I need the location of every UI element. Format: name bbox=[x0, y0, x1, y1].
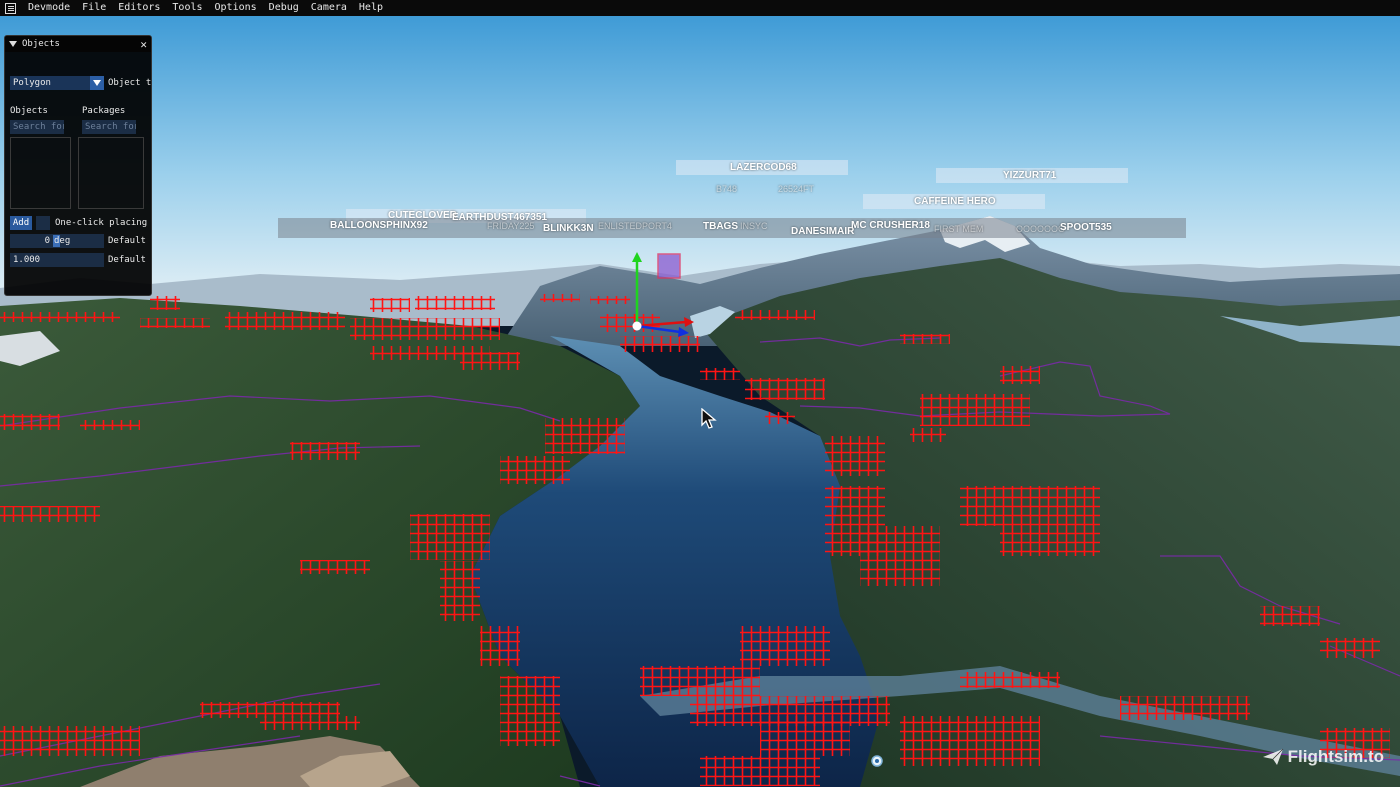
callsign-label: BALLOONSPHINX92 bbox=[330, 220, 428, 231]
packages-column-label: Packages bbox=[82, 106, 126, 116]
object-type-value: Polygon bbox=[13, 78, 51, 88]
packages-list[interactable] bbox=[78, 137, 144, 209]
watermark-text: Flightsim.to bbox=[1287, 747, 1384, 766]
gizmo-plane-handle[interactable] bbox=[657, 253, 681, 279]
rotation-value: 0 bbox=[44, 236, 50, 246]
collapse-triangle-icon[interactable] bbox=[9, 41, 17, 47]
menu-debug[interactable]: Debug bbox=[263, 0, 305, 16]
object-type-dropdown[interactable]: Polygon bbox=[10, 76, 104, 90]
watermark: Flightsim.to bbox=[1262, 747, 1384, 767]
callsign-label: FIRST MEM bbox=[934, 224, 984, 234]
callsign-label: BLINKK3N bbox=[543, 223, 594, 234]
callsign-label: OOOOOOO bbox=[1016, 224, 1066, 234]
menu-options[interactable]: Options bbox=[209, 0, 263, 16]
objects-column-label: Objects bbox=[10, 106, 48, 116]
menu-file[interactable]: File bbox=[76, 0, 112, 16]
rotation-unit: deg bbox=[54, 236, 71, 246]
paper-plane-icon bbox=[1262, 748, 1283, 765]
scale-value: 1.000 bbox=[13, 255, 41, 265]
close-icon[interactable]: ✕ bbox=[140, 38, 147, 51]
gizmo-z-axis[interactable] bbox=[636, 324, 681, 334]
transform-gizmo[interactable] bbox=[600, 246, 700, 346]
objects-list[interactable] bbox=[10, 137, 71, 209]
waypoint-marker-icon bbox=[871, 755, 883, 767]
callsign-label: SPOOT535 bbox=[1060, 222, 1112, 233]
menu-camera[interactable]: Camera bbox=[305, 0, 353, 16]
callsign-label: CAFFEINE HERO bbox=[914, 196, 996, 207]
objects-search-input[interactable]: Search for bbox=[10, 120, 64, 134]
one-click-placing-checkbox[interactable] bbox=[36, 216, 50, 230]
objects-panel: Objects ✕ Polygon Object t Objects Packa… bbox=[4, 35, 152, 296]
rotation-default-label: Default bbox=[108, 236, 146, 246]
callsign-label: INSYC bbox=[740, 221, 768, 231]
callsign-label: LAZERCOD68 bbox=[730, 162, 797, 173]
menu-tools[interactable]: Tools bbox=[166, 0, 208, 16]
callsign-label: DANESIMAIR bbox=[791, 226, 855, 237]
chevron-down-icon[interactable] bbox=[90, 76, 104, 90]
object-type-label: Object t bbox=[108, 78, 152, 88]
callsign-label: FRIDAY225 bbox=[487, 221, 535, 231]
callsign-label: ENLISTEDPORT4 bbox=[598, 221, 672, 231]
objects-panel-titlebar[interactable]: Objects ✕ bbox=[5, 36, 151, 52]
callsign-label: MC CRUSHER18 bbox=[851, 220, 930, 231]
rotation-field[interactable]: 0 deg bbox=[10, 234, 104, 248]
menu-help[interactable]: Help bbox=[353, 0, 389, 16]
gizmo-origin[interactable] bbox=[632, 321, 642, 331]
altitude-label: 26524FT bbox=[778, 184, 815, 194]
scale-default-label: Default bbox=[108, 255, 146, 265]
packages-search-input[interactable]: Search for bbox=[82, 120, 136, 134]
mouse-cursor-icon bbox=[701, 408, 717, 429]
devmode-menubar: Devmode File Editors Tools Options Debug… bbox=[0, 0, 1400, 16]
viewport-3d-scene[interactable]: LAZERCOD68 B748 26524FT YIZZURT71 CAFFEI… bbox=[0, 16, 1400, 787]
aircraft-type-label: B748 bbox=[716, 184, 738, 194]
callsign-label: YIZZURT71 bbox=[1003, 170, 1057, 181]
add-button[interactable]: Add bbox=[10, 216, 32, 230]
one-click-placing-label: One-click placing bbox=[55, 218, 148, 228]
callsign-label: TBAGS bbox=[703, 221, 738, 232]
menu-editors[interactable]: Editors bbox=[112, 0, 166, 16]
menu-devmode[interactable]: Devmode bbox=[22, 0, 76, 16]
scale-field[interactable]: 1.000 bbox=[10, 253, 104, 267]
scenery-background bbox=[0, 16, 1400, 787]
gizmo-x-axis[interactable] bbox=[636, 320, 687, 328]
panel-title: Objects bbox=[22, 39, 60, 49]
devmode-icon bbox=[5, 2, 16, 14]
